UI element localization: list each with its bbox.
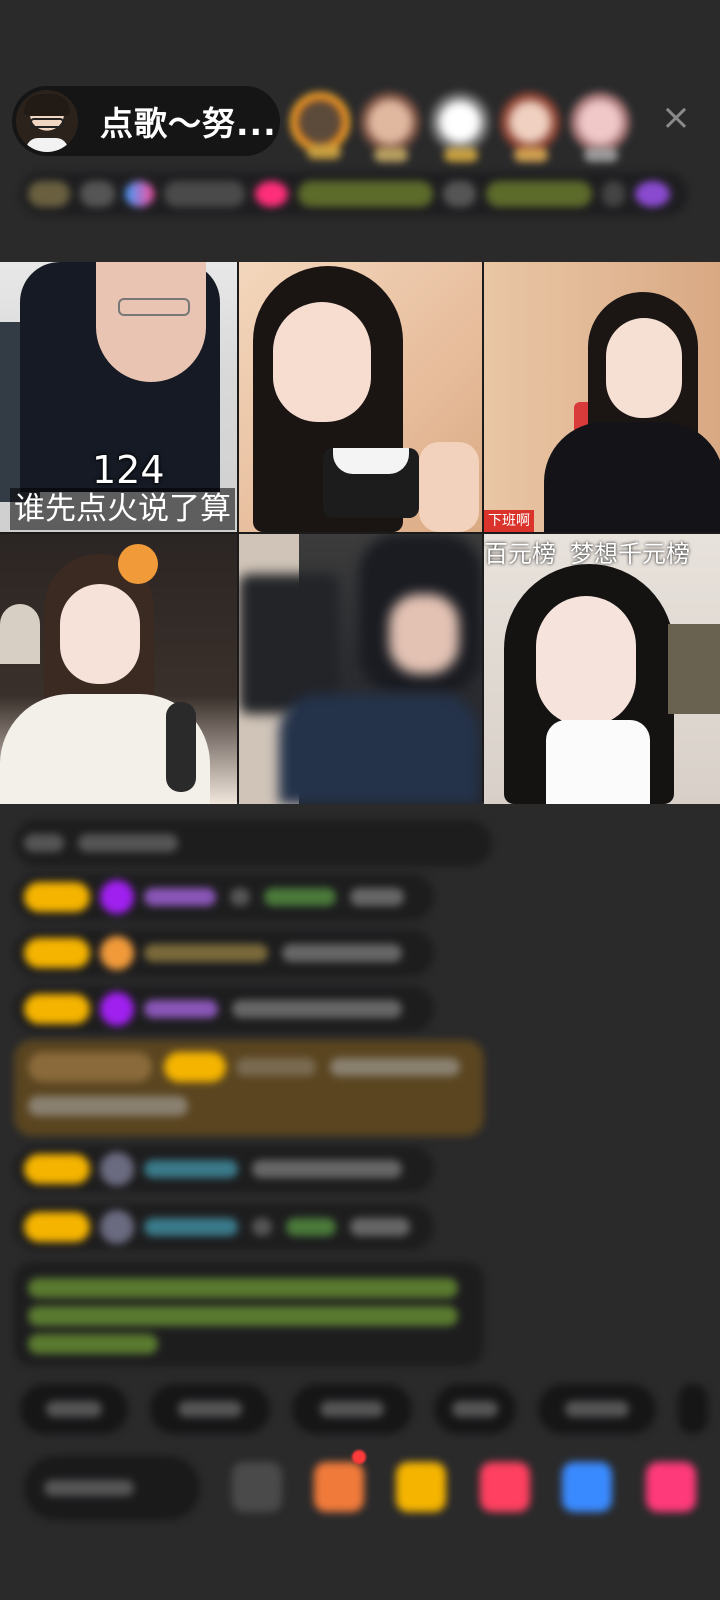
guest-tag: 下班啊: [484, 510, 534, 532]
quick-reply-row: [20, 1384, 720, 1434]
pk-banner: 谁先点火说了算: [10, 488, 235, 530]
guest-video-4[interactable]: [0, 534, 237, 804]
chat-message[interactable]: [14, 930, 434, 976]
viewer-avatar[interactable]: [500, 92, 560, 162]
guest-video-5[interactable]: [239, 534, 482, 804]
level-badge: [24, 882, 90, 912]
quick-reply-chip[interactable]: [292, 1384, 412, 1434]
level-badge: [24, 994, 90, 1024]
more-icon[interactable]: [480, 1462, 530, 1512]
system-notice: [14, 1262, 484, 1366]
quick-reply-chip[interactable]: [434, 1384, 516, 1434]
guest-video-1[interactable]: 124 谁先点火说了算: [0, 262, 237, 532]
level-badge: [24, 1154, 90, 1184]
gift-icon[interactable]: [314, 1462, 364, 1512]
more-icon[interactable]: [396, 1462, 446, 1512]
viewer-avatar[interactable]: [570, 92, 630, 162]
quick-reply-chip[interactable]: [678, 1384, 708, 1434]
highlight-chat-message[interactable]: [14, 1040, 484, 1136]
guest-video-3[interactable]: 下班啊: [484, 262, 720, 532]
gift-icon: [100, 880, 134, 914]
more-icon[interactable]: [646, 1462, 696, 1512]
avatar: [100, 1152, 134, 1186]
gift-icon: [100, 936, 134, 970]
guest-video-6[interactable]: 百元榜 梦想千元榜: [484, 534, 720, 804]
live-info-strip[interactable]: [20, 172, 688, 216]
rank-label-thousand[interactable]: 梦想千元榜: [570, 540, 690, 568]
chat-message[interactable]: [14, 986, 434, 1032]
chat-message[interactable]: [14, 1204, 434, 1250]
quick-reply-chip[interactable]: [538, 1384, 656, 1434]
level-badge: [24, 1212, 90, 1242]
guest-video-2[interactable]: [239, 262, 482, 532]
chat-message[interactable]: [14, 820, 492, 866]
multi-guest-video-grid: 124 谁先点火说了算 下班啊 百元榜 梦想千元榜: [0, 262, 720, 804]
quick-reply-chip[interactable]: [150, 1384, 270, 1434]
rank-label-hundred[interactable]: 百元榜: [484, 540, 556, 568]
viewer-avatar[interactable]: [360, 92, 420, 162]
chat-message[interactable]: [14, 874, 434, 920]
host-info-pill[interactable]: 点歌～努...: [12, 86, 280, 156]
notification-dot: [352, 1450, 366, 1464]
viewer-avatar[interactable]: [290, 92, 350, 159]
level-badge: [24, 938, 90, 968]
viewer-avatar[interactable]: [430, 92, 490, 162]
host-avatar[interactable]: [16, 90, 78, 152]
pk-score: 124: [92, 448, 165, 492]
host-name: 点歌～努...: [100, 104, 277, 143]
more-icon[interactable]: [562, 1462, 612, 1512]
avatar: [100, 1210, 134, 1244]
chat-message[interactable]: [14, 1146, 434, 1192]
gift-icon: [100, 992, 134, 1026]
top-viewers: [290, 84, 640, 162]
emoji-icon[interactable]: [232, 1462, 282, 1512]
chat-input[interactable]: [24, 1456, 200, 1520]
close-icon[interactable]: ×: [656, 98, 696, 138]
quick-reply-chip[interactable]: [20, 1384, 128, 1434]
rank-labels[interactable]: 百元榜 梦想千元榜: [484, 536, 712, 572]
